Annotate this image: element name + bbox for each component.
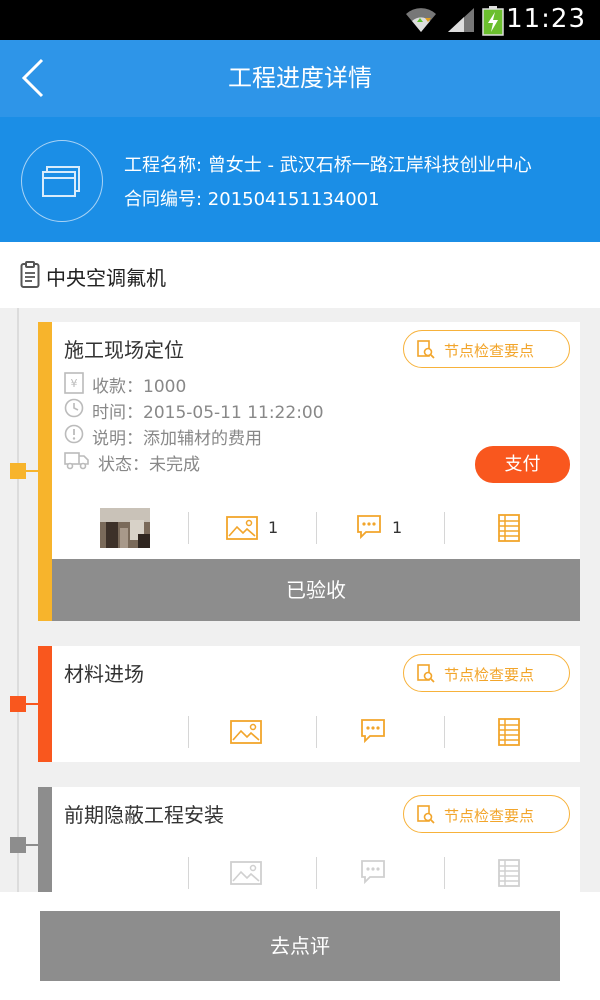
check-points-button[interactable]: 节点检查要点 xyxy=(403,654,570,692)
search-document-icon xyxy=(417,805,435,824)
clock-icon xyxy=(64,398,84,418)
signal-icon xyxy=(448,8,474,32)
timeline-node xyxy=(10,837,26,853)
clock: 11:23 xyxy=(506,4,586,34)
list-icon xyxy=(498,514,520,542)
comments-button[interactable] xyxy=(316,702,444,762)
stage-card: 材料进场 节点检查要点 xyxy=(38,646,580,762)
clipboard-icon xyxy=(20,261,40,288)
timeline-connector xyxy=(26,844,38,846)
project-name: 工程名称: 曾女士 - 武汉石桥一路江岸科技创业中心 xyxy=(124,155,532,176)
check-points-label: 节点检查要点 xyxy=(444,342,535,360)
list-icon xyxy=(498,859,520,887)
comment-icon xyxy=(357,515,381,540)
list-button[interactable] xyxy=(444,498,572,558)
payment-text: 收款：1000 xyxy=(92,377,187,397)
review-button[interactable]: 去点评 xyxy=(40,911,560,981)
status-bar: 11:23 xyxy=(0,0,600,40)
site-photo-thumbnail[interactable] xyxy=(100,508,150,548)
stage-color-bar xyxy=(38,322,52,621)
svg-text:¥: ¥ xyxy=(71,377,78,390)
contract-number: 合同编号: 201504151134001 xyxy=(124,189,380,210)
images-button[interactable]: 1 xyxy=(188,498,316,558)
image-icon xyxy=(230,861,262,885)
list-button[interactable] xyxy=(444,702,572,762)
category-title: 中央空调氟机 xyxy=(46,266,166,290)
battery-icon xyxy=(482,6,504,36)
app-header: 工程进度详情 xyxy=(0,40,600,117)
timeline-node xyxy=(10,463,26,479)
image-count: 1 xyxy=(268,518,279,537)
comment-icon xyxy=(361,860,385,885)
stage-card: 施工现场定位 节点检查要点 ¥ 收款：1000 时间：2015-05-11 11… xyxy=(38,322,580,621)
image-icon xyxy=(226,516,258,540)
list-icon xyxy=(498,718,520,746)
note-text: 说明：添加辅材的费用 xyxy=(92,429,262,449)
check-points-label: 节点检查要点 xyxy=(444,666,535,684)
truck-icon xyxy=(64,452,89,470)
stage-color-bar xyxy=(38,787,52,903)
comment-icon xyxy=(361,719,385,744)
site-photo-cell[interactable] xyxy=(52,498,180,558)
accepted-status-bar: 已验收 xyxy=(52,559,580,621)
stage-card: 前期隐蔽工程安装 节点检查要点 xyxy=(38,787,580,903)
wifi-icon xyxy=(406,8,436,32)
timeline-connector xyxy=(26,703,38,705)
time-text: 时间：2015-05-11 11:22:00 xyxy=(92,403,324,423)
page-title: 工程进度详情 xyxy=(228,64,372,92)
timeline-connector xyxy=(26,470,38,472)
search-document-icon xyxy=(417,664,435,683)
stage-color-bar xyxy=(38,646,52,762)
check-points-button[interactable]: 节点检查要点 xyxy=(403,330,570,368)
stage-title: 施工现场定位 xyxy=(64,338,184,362)
image-icon xyxy=(230,720,262,744)
timeline-node xyxy=(10,696,26,712)
info-icon xyxy=(64,424,84,444)
category-header: 中央空调氟机 xyxy=(0,242,600,308)
stage-actions xyxy=(52,702,580,762)
window-icon xyxy=(42,166,80,197)
search-document-icon xyxy=(417,340,435,359)
comment-count: 1 xyxy=(392,518,403,537)
receipt-icon: ¥ xyxy=(64,372,84,394)
bottom-action-bar: 去点评 xyxy=(0,892,600,1000)
project-avatar xyxy=(21,140,103,222)
stage-title: 前期隐蔽工程安装 xyxy=(64,803,224,827)
images-button[interactable] xyxy=(188,702,316,762)
check-points-label: 节点检查要点 xyxy=(444,807,535,825)
project-info-panel: 工程名称: 曾女士 - 武汉石桥一路江岸科技创业中心 合同编号: 2015041… xyxy=(0,117,600,242)
stage-title: 材料进场 xyxy=(64,662,144,686)
check-points-button[interactable]: 节点检查要点 xyxy=(403,795,570,833)
status-text: 状态：未完成 xyxy=(98,455,200,475)
stage-actions: 1 1 xyxy=(52,498,580,558)
pay-button[interactable]: 支付 xyxy=(475,446,570,483)
comments-button[interactable]: 1 xyxy=(316,498,444,558)
